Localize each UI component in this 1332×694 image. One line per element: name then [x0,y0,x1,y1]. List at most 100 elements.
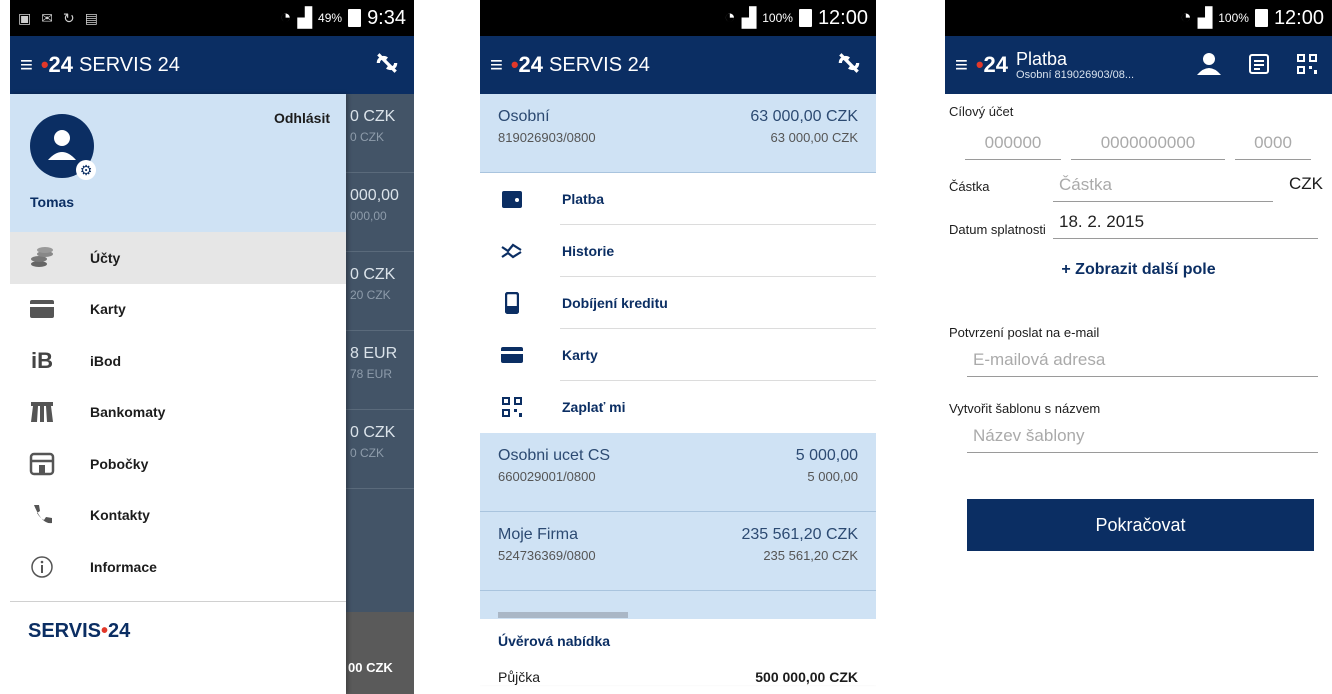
menu-item-info[interactable]: Informace [10,541,346,593]
user-icon [48,130,76,160]
info-icon [28,553,56,581]
menu-item-contacts[interactable]: Kontakty [10,490,346,542]
account-card-partial[interactable] [480,591,876,619]
app-bar: ≡ •24 SERVIS 24 [10,36,414,94]
battery-icon [798,9,812,27]
page-title: Platba [1016,48,1068,69]
brand-logo: •24 [40,52,74,77]
target-account-label: Cílový účet [949,104,1014,119]
hamburger-menu-icon[interactable]: ≡ [20,52,33,78]
signal-icon: ▟ [297,7,313,29]
bank-code-input[interactable]: 0000 [1235,133,1311,160]
card-icon [500,343,524,367]
hamburger-menu-icon[interactable]: ≡ [490,52,503,78]
hamburger-menu-icon[interactable]: ≡ [955,52,968,78]
due-date-input[interactable]: 18. 2. 2015 [1053,212,1318,239]
account-card[interactable]: Osobní 819026903/0800 63 000,00 CZK 63 0… [480,94,876,173]
app-bar: ≡ •24 Platba Osobní 819026903/08... [945,36,1332,94]
show-more-fields-link[interactable]: + Zobrazit další pole [949,261,1328,279]
wifi-icon: ◔ [1180,7,1192,28]
notification-icon: ▣ [18,9,32,26]
battery-percent: 100% [1218,11,1249,25]
user-name: Tomas [30,194,75,210]
gear-icon[interactable]: ⚙ [76,160,96,180]
status-bar: ▣ ✉ ↻ ▤ ◔ ▟ 49% 9:34 [10,0,414,36]
unlink-icon[interactable] [374,50,400,76]
action-pay-me[interactable]: Zaplať mi [480,381,876,433]
email-label: Potvrzení poslat na e-mail [949,325,1100,340]
signal-icon: ▟ [1197,7,1213,29]
brand-logo: •24 [975,52,1009,77]
drawer-header: ⚙ Odhlásit Tomas [10,94,346,232]
action-cards[interactable]: Karty [480,329,876,381]
amount-label: Částka [949,179,990,194]
menu-item-accounts[interactable]: Účty [10,232,346,284]
battery-percent: 49% [318,11,343,25]
template-label: Vytvořit šablonu s názvem [949,401,1101,416]
menu-item-atms[interactable]: Bankomaty [10,387,346,439]
qr-code-icon[interactable] [1296,53,1318,75]
brand-logo: •24 [510,52,544,77]
status-bar: ◔ ▟ 100% 12:00 [945,0,1332,36]
contact-person-icon[interactable] [1196,52,1222,76]
credit-offer-title: Úvěrová nabídka [498,633,611,649]
action-payment[interactable]: Platba [480,173,876,225]
amount-row: Částka Částka CZK [949,174,1328,202]
history-icon [500,239,524,263]
app-bar: ≡ •24 SERVIS 24 [480,36,876,94]
menu-item-cards[interactable]: Karty [10,284,346,336]
clock: 12:00 [1273,6,1324,29]
app-title: SERVIS 24 [79,53,180,76]
phone-payment-screen: ◔ ▟ 100% 12:00 ≡ •24 Platba Osobní 81902… [945,0,1332,694]
credit-offer-row[interactable]: Půjčka 500 000,00 CZK [498,669,858,685]
sync-icon: ↻ [62,9,75,26]
unlink-icon[interactable] [836,50,862,76]
email-input[interactable]: E-mailová adresa [967,350,1318,377]
battery-icon [348,9,362,27]
credit-offer-panel: Úvěrová nabídka Půjčka 500 000,00 CZK [480,619,876,685]
action-topup[interactable]: Dobíjení kreditu [480,277,876,329]
amount-input[interactable]: Částka [1053,175,1273,202]
battery-percent: 100% [762,11,793,25]
page-subtitle: Osobní 819026903/08... [1016,68,1135,81]
account-card[interactable]: Moje Firma 524736369/0800 235 561,20 CZK… [480,512,876,591]
wifi-icon: ◔ [279,7,292,28]
mobile-icon [500,291,524,315]
wifi-icon: ◔ [724,7,736,28]
clock: 12:00 [817,6,868,29]
footer-brand-logo: SERVIS•24 [28,619,131,642]
status-bar: ◔ ▟ 100% 12:00 [480,0,876,36]
continue-button[interactable]: Pokračovat [967,499,1314,551]
menu-item-ibod[interactable]: iB iBod [10,335,346,387]
mail-icon: ✉ [41,9,53,26]
phone-accounts-screen: ◔ ▟ 100% 12:00 ≡ •24 SERVIS 24 Osobní 81… [480,0,876,694]
logout-button[interactable]: Odhlásit [274,110,330,126]
phone-menu-screen: ▣ ✉ ↻ ▤ ◔ ▟ 49% 9:34 ≡ •24 SERVIS 24 0 C… [10,0,414,694]
template-name-input[interactable]: Název šablony [967,426,1318,453]
currency-label: CZK [1289,174,1323,193]
navigation-drawer: ⚙ Odhlásit Tomas Účty Karty iB iBod Bank… [10,94,346,694]
ibod-icon: iB [31,347,53,373]
template-icon[interactable] [1248,53,1270,75]
target-account-fields: 000000 0000000000 0000 [949,133,1328,160]
menu-item-branches[interactable]: Pobočky [10,438,346,490]
phone-icon [28,501,56,529]
atm-icon [28,398,56,426]
card-icon [28,295,56,323]
dimmed-bottom-value: 00 CZK [346,612,414,694]
due-date-label: Datum splatnosti [949,221,1046,237]
coins-icon [28,244,56,272]
bag-icon: ▤ [84,9,98,26]
action-history[interactable]: Historie [480,225,876,277]
payment-form: Cílový účet 000000 0000000000 0000 Částk… [945,94,1332,551]
account-number-input[interactable]: 0000000000 [1071,133,1225,160]
due-date-row: Datum splatnosti 18. 2. 2015 [949,212,1328,239]
battery-icon [1254,9,1268,27]
wallet-icon [500,187,524,211]
account-prefix-input[interactable]: 000000 [965,133,1061,160]
app-title: SERVIS 24 [549,53,650,76]
account-card[interactable]: Osobni ucet CS 660029001/0800 5 000,00 5… [480,433,876,512]
signal-icon: ▟ [741,7,757,29]
avatar[interactable]: ⚙ [30,114,96,180]
qr-code-icon [500,395,524,419]
